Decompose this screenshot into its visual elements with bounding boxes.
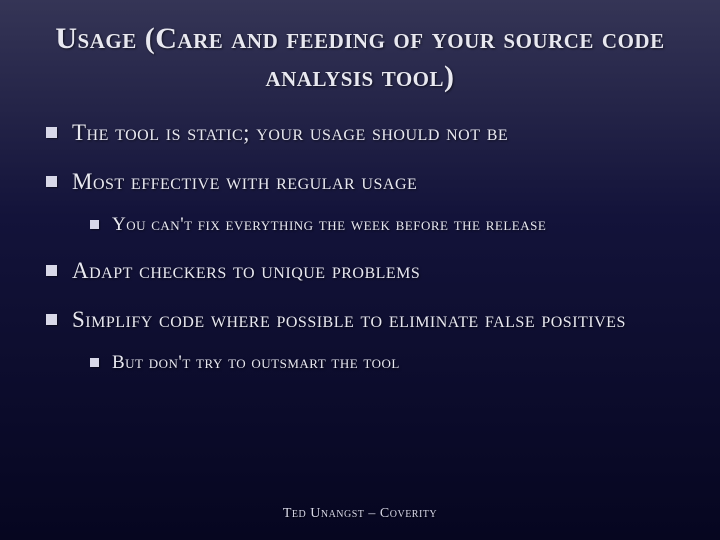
bullet-list: The tool is static; your usage should no…: [40, 119, 680, 375]
sub-bullet-list: But don't try to outsmart the tool: [90, 351, 680, 376]
bullet-text: Most effective with regular usage: [72, 169, 417, 194]
sub-bullet-list: You can't fix everything the week before…: [90, 213, 680, 238]
sub-bullet-text: You can't fix everything the week before…: [112, 214, 546, 235]
bullet-text: Adapt checkers to unique problems: [72, 258, 420, 283]
slide-title: Usage (Care and feeding of your source c…: [40, 20, 680, 95]
sub-bullet-item: You can't fix everything the week before…: [90, 213, 680, 238]
slide: Usage (Care and feeding of your source c…: [0, 0, 720, 540]
bullet-text: The tool is static; your usage should no…: [72, 120, 508, 145]
bullet-item: Adapt checkers to unique problems: [46, 257, 680, 286]
bullet-text: Simplify code where possible to eliminat…: [72, 307, 626, 332]
slide-footer: Ted Unangst – Coverity: [0, 506, 720, 522]
bullet-item: Simplify code where possible to eliminat…: [46, 306, 680, 375]
bullet-item: The tool is static; your usage should no…: [46, 119, 680, 148]
sub-bullet-text: But don't try to outsmart the tool: [112, 352, 400, 373]
sub-bullet-item: But don't try to outsmart the tool: [90, 351, 680, 376]
bullet-item: Most effective with regular usage You ca…: [46, 168, 680, 237]
